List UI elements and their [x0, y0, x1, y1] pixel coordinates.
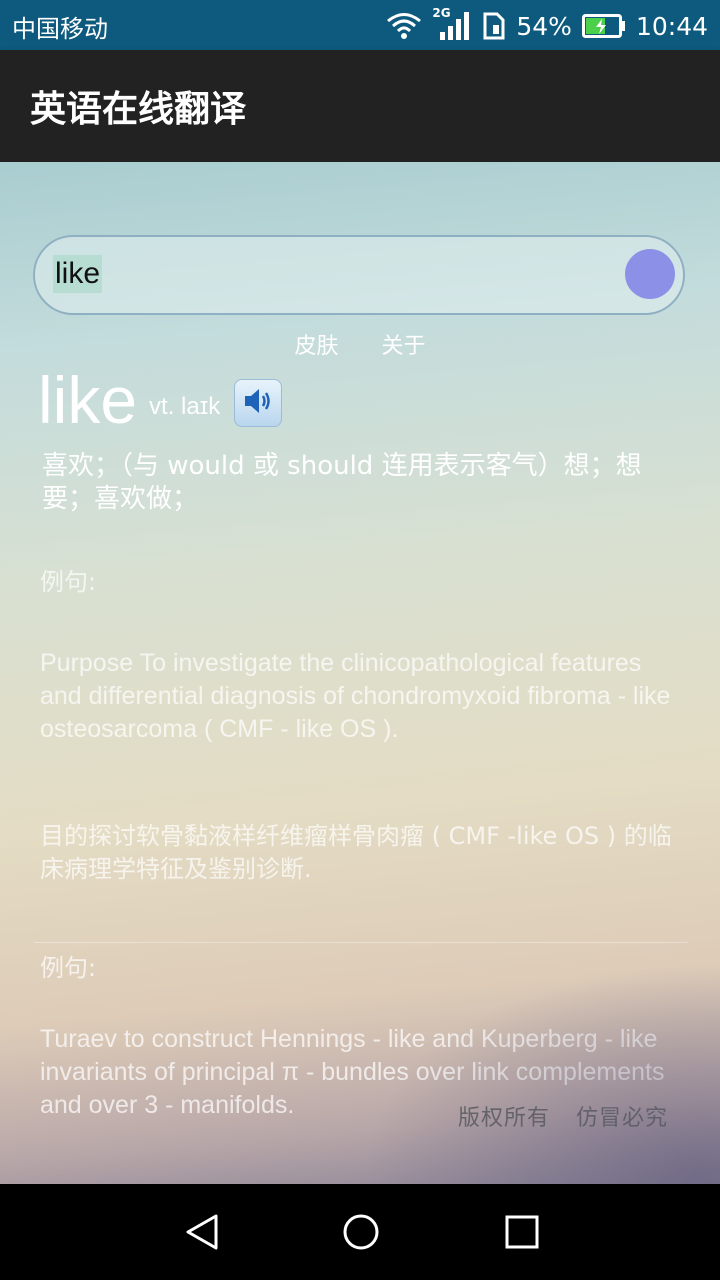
home-icon	[341, 1214, 381, 1256]
signal-icon: 2G	[432, 6, 472, 42]
definition: 喜欢；（与 would 或 should 连用表示客气）想；想要；喜欢做；	[42, 451, 642, 514]
home-button[interactable]	[341, 1212, 381, 1252]
footer: 版权所有 仿冒必究	[458, 1100, 686, 1132]
sim-icon	[482, 11, 506, 41]
app-bar: 英语在线翻译	[0, 50, 720, 162]
navigation-bar	[0, 1184, 720, 1280]
status-icons: 2G 54% 10:44	[386, 6, 708, 44]
back-icon	[182, 1214, 222, 1256]
recents-button[interactable]	[502, 1212, 542, 1252]
example-english: Purpose To investigate the clinicopathol…	[40, 649, 671, 743]
search-button[interactable]	[625, 249, 675, 299]
example-chinese: 目的探讨软骨黏液样纤维瘤样骨肉瘤 ( CMF -like OS ) 的临床病理学…	[40, 822, 672, 883]
example-label: 例句:	[40, 954, 97, 982]
about-link[interactable]: 关于	[382, 328, 426, 360]
result-word: like	[38, 363, 138, 437]
main-content: like 皮肤 关于 like vt. laɪk 喜欢；（与 would 或 s…	[0, 162, 720, 1184]
recents-icon	[502, 1215, 542, 1256]
example-1: 例句: Purpose To investigate the clinicopa…	[40, 562, 688, 886]
battery-icon	[581, 14, 626, 38]
network-type: 2G	[432, 6, 451, 20]
status-bar: 中国移动 2G 54% 10:44	[0, 0, 720, 50]
example-label: 例句:	[40, 568, 97, 596]
clock: 10:44	[635, 11, 708, 41]
back-button[interactable]	[182, 1212, 222, 1252]
piracy-text: 仿冒必究	[576, 1106, 669, 1131]
divider	[34, 942, 688, 943]
search-box: like	[33, 235, 685, 315]
skin-link[interactable]: 皮肤	[294, 328, 338, 360]
speaker-button[interactable]	[234, 379, 283, 427]
search-input[interactable]: like	[53, 255, 103, 293]
wifi-icon	[386, 12, 422, 40]
example-2: 例句: Turaev to construct Hennings - like …	[40, 948, 688, 1122]
speaker-icon	[241, 384, 275, 422]
phonetic: vt. laɪk	[149, 393, 221, 420]
word-header: like vt. laɪk	[38, 363, 283, 437]
battery-percent: 54%	[516, 11, 572, 41]
menu-links: 皮肤 关于	[0, 328, 720, 360]
copyright-text: 版权所有	[458, 1106, 551, 1131]
app-title: 英语在线翻译	[30, 89, 247, 130]
carrier-name: 中国移动	[12, 15, 108, 43]
